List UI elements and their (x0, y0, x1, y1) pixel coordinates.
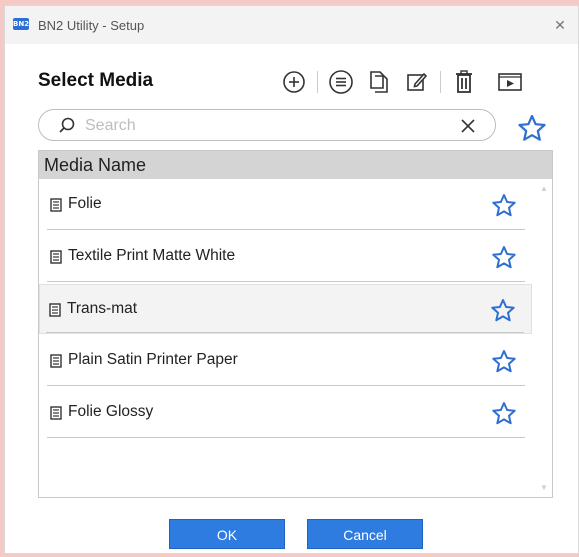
list-item[interactable]: Textile Print Matte White (41, 232, 531, 282)
favorite-star-icon[interactable] (491, 401, 517, 426)
media-name: Folie (68, 195, 102, 212)
delete-icon (456, 70, 472, 93)
clear-search-icon[interactable] (459, 117, 477, 135)
preview-icon (498, 73, 522, 91)
scroll-up-icon[interactable]: ▲ (540, 185, 548, 193)
toolbar (279, 66, 525, 98)
add-media-button[interactable] (279, 67, 309, 97)
list-item[interactable]: Folie (41, 180, 531, 230)
delete-button[interactable] (449, 67, 479, 97)
search-input[interactable] (85, 115, 445, 137)
preview-button[interactable] (495, 67, 525, 97)
list-item[interactable]: Folie Glossy (41, 388, 531, 438)
vertical-scrollbar[interactable]: ▲ ▼ (537, 180, 551, 497)
window-title: BN2 Utility - Setup (38, 18, 145, 33)
favorite-star-icon[interactable] (491, 193, 517, 218)
copy-button[interactable] (364, 67, 394, 97)
favorites-filter-star-icon[interactable] (517, 114, 547, 142)
add-circle-icon (283, 71, 305, 93)
favorite-star-icon[interactable] (491, 349, 517, 374)
media-name: Folie Glossy (68, 403, 154, 420)
media-name: Plain Satin Printer Paper (68, 351, 238, 368)
media-name: Trans-mat (67, 300, 138, 317)
favorite-star-icon[interactable] (491, 245, 517, 270)
media-name: Textile Print Matte White (68, 247, 236, 264)
column-header-media-name[interactable]: Media Name (39, 151, 552, 179)
media-document-icon (50, 406, 62, 420)
list-circle-icon (329, 70, 353, 94)
media-document-icon (50, 198, 62, 212)
close-button[interactable]: ✕ (542, 6, 578, 44)
page-title: Select Media (38, 70, 154, 91)
list-button[interactable] (326, 67, 356, 97)
edit-icon (407, 72, 428, 91)
copy-icon (370, 71, 388, 93)
ok-button[interactable]: OK (169, 519, 285, 549)
row-divider (47, 437, 525, 438)
toolbar-divider (317, 71, 318, 93)
search-icon (59, 117, 75, 133)
app-logo-icon: BN2 (13, 18, 30, 30)
row-divider (47, 385, 525, 386)
media-document-icon (50, 250, 62, 264)
row-divider (46, 332, 524, 333)
search-bar (38, 109, 496, 141)
setup-window: BN2 BN2 Utility - Setup ✕ Select Media S… (4, 5, 579, 554)
row-divider (47, 229, 525, 230)
list-item[interactable]: Plain Satin Printer Paper (41, 336, 531, 386)
edit-button[interactable] (402, 67, 432, 97)
row-divider (47, 281, 525, 282)
media-list: Media Name Folie Textile Print Matte Whit… (38, 150, 553, 498)
title-bar: BN2 BN2 Utility - Setup ✕ (5, 6, 578, 44)
media-document-icon (49, 303, 61, 317)
media-document-icon (50, 354, 62, 368)
favorite-star-icon[interactable] (490, 298, 516, 323)
cancel-button[interactable]: Cancel (307, 519, 423, 549)
list-item[interactable]: Trans-mat (39, 284, 532, 334)
toolbar-divider (440, 71, 441, 93)
scroll-down-icon[interactable]: ▼ (540, 484, 548, 492)
